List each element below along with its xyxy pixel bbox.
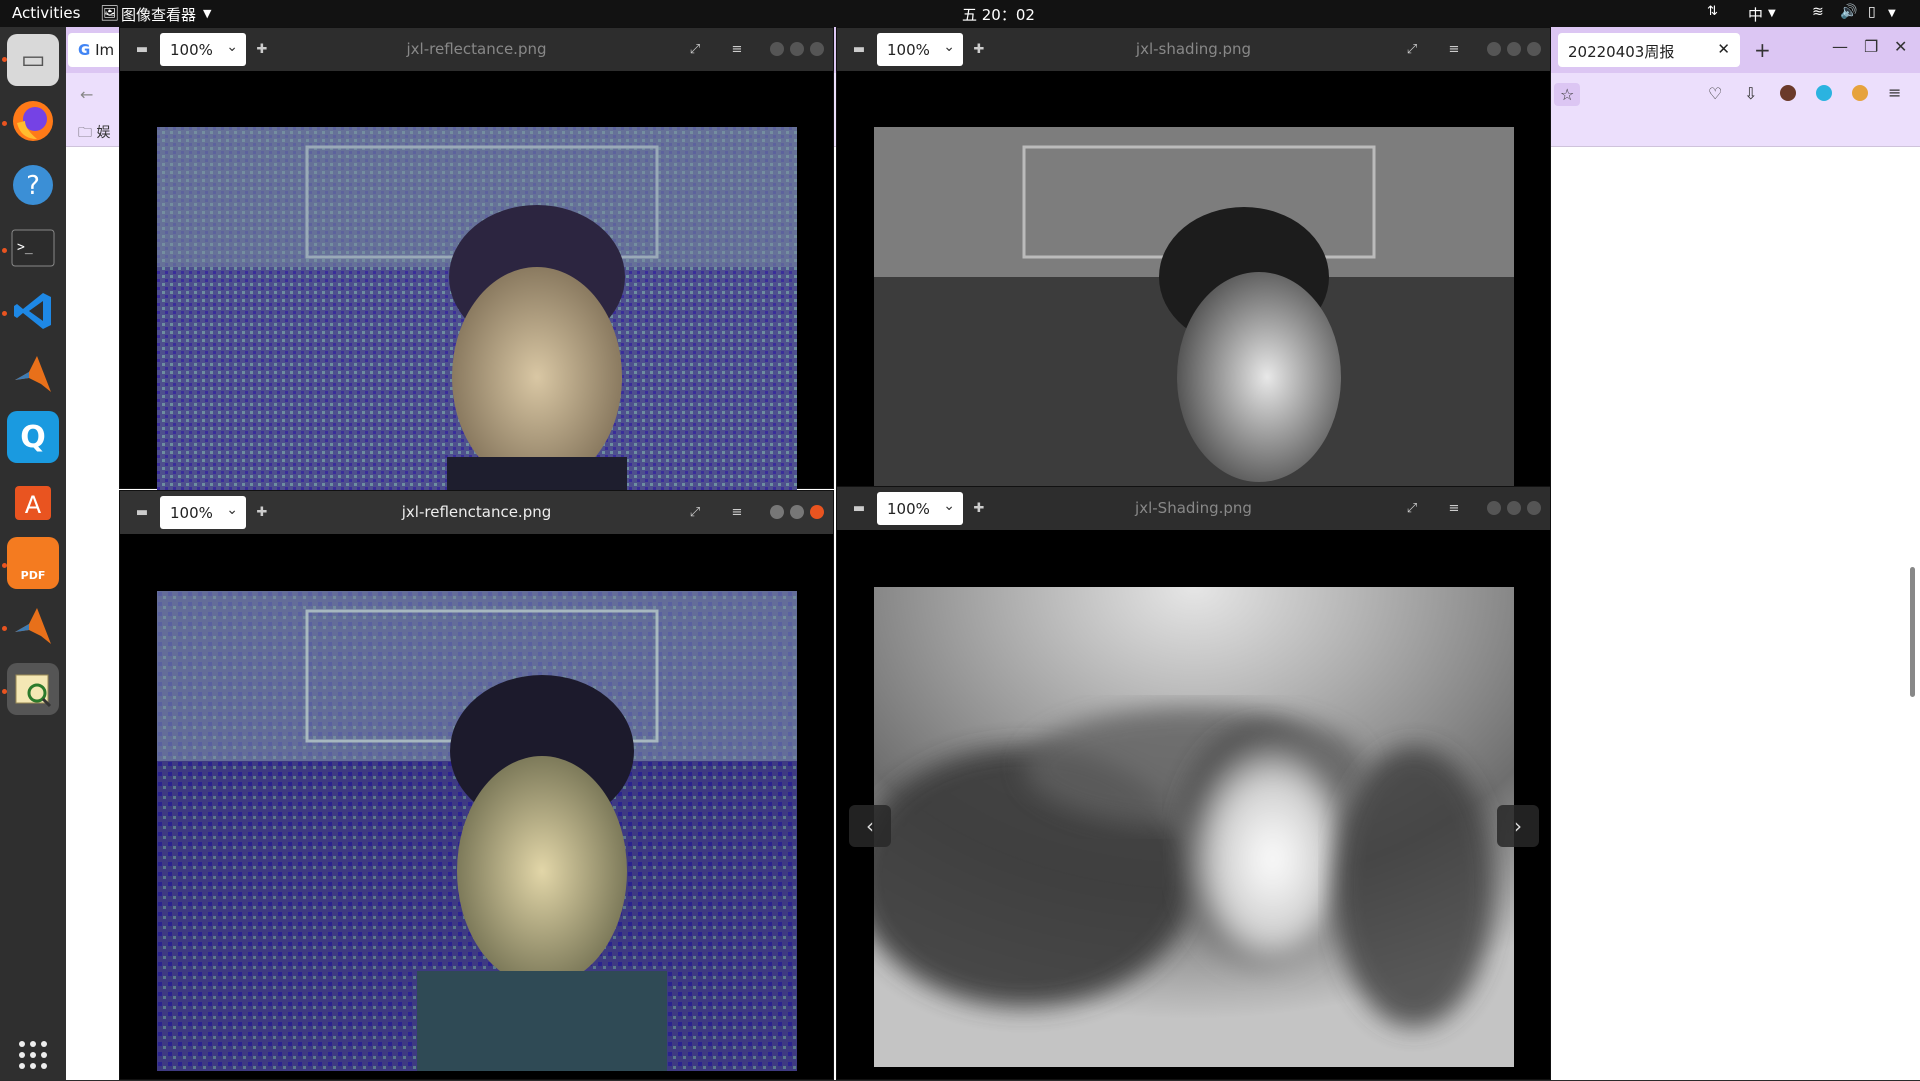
close-button[interactable] <box>1527 42 1541 56</box>
close-window-icon[interactable]: ✕ <box>1894 37 1907 56</box>
network-status-icon[interactable]: ⇅ <box>1707 4 1718 19</box>
close-button[interactable] <box>1527 501 1541 515</box>
minimize-button[interactable] <box>770 42 784 56</box>
clock[interactable]: 五 20：02 <box>962 4 1035 25</box>
fullscreen-icon[interactable]: ⤢ <box>685 39 705 59</box>
app-store-icon[interactable]: A <box>7 474 59 526</box>
back-icon[interactable]: ← <box>80 85 93 104</box>
matlab2-icon[interactable] <box>7 600 59 652</box>
menu-icon[interactable]: ≡ <box>1888 83 1901 102</box>
new-tab-icon[interactable]: + <box>1754 38 1771 62</box>
activities-button[interactable]: Activities <box>12 4 80 22</box>
extension-icon[interactable] <box>1816 85 1832 101</box>
window-header: ▬ 100% ⌄ ✚ jxl-Shading.png ⤢ ≡ <box>837 487 1550 530</box>
battery-icon[interactable]: ▯ <box>1868 4 1876 20</box>
menu-icon[interactable]: ≡ <box>727 502 747 522</box>
volume-icon[interactable]: 🔊 <box>1840 4 1857 20</box>
menu-icon[interactable]: ≡ <box>727 39 747 59</box>
minimize-button[interactable] <box>770 505 784 519</box>
menu-icon[interactable]: ≡ <box>1444 39 1464 59</box>
app-menu[interactable]: 图像查看器 <box>121 4 196 25</box>
terminal-icon[interactable]: >_ <box>7 222 59 274</box>
qq-icon[interactable]: Q <box>7 411 59 463</box>
maximize-button[interactable] <box>790 505 804 519</box>
minimize-button[interactable] <box>1487 42 1501 56</box>
show-apps-icon[interactable] <box>7 1029 59 1081</box>
window-header: ▬ 100% ⌄ ✚ jxl-shading.png ⤢ ≡ <box>837 28 1550 71</box>
bookmark-label: 娱 <box>96 125 111 141</box>
extension-icon[interactable] <box>1852 85 1868 101</box>
close-tab-icon[interactable]: ✕ <box>1717 40 1730 58</box>
image-icon: 🖼 <box>100 4 120 22</box>
window-header: ▬ 100% ⌄ ✚ jxl-reflenctance.png ⤢ ≡ <box>120 491 833 534</box>
image-shading <box>874 127 1514 487</box>
next-image-icon[interactable]: › <box>1497 805 1539 847</box>
tab-label: 20220403周报 <box>1568 43 1675 61</box>
download-icon[interactable]: ⇩ <box>1744 84 1757 103</box>
viewer-window-shading: ▬ 100% ⌄ ✚ jxl-shading.png ⤢ ≡ <box>836 27 1551 489</box>
matlab-icon[interactable] <box>7 348 59 400</box>
wifi-icon[interactable]: ≋ <box>1812 4 1824 20</box>
window-header: ▬ 100% ⌄ ✚ jxl-reflectance.png ⤢ ≡ <box>120 28 833 71</box>
image-reflectance <box>157 127 797 490</box>
maximize-button[interactable] <box>790 42 804 56</box>
viewer-window-reflectance: ▬ 100% ⌄ ✚ jxl-reflectance.png ⤢ ≡ <box>119 27 834 490</box>
minimize-icon[interactable]: — <box>1832 37 1848 56</box>
image-viewer-icon[interactable] <box>7 663 59 715</box>
pdf-icon[interactable]: PDF <box>7 537 59 589</box>
vscode-icon[interactable] <box>7 285 59 337</box>
image-shading-2 <box>874 587 1514 1067</box>
viewer-window-shading-2: ▬ 100% ⌄ ✚ jxl-Shading.png ⤢ ≡ ‹ › <box>836 486 1551 1080</box>
chevron-down-icon[interactable]: ▼ <box>203 7 211 20</box>
star-icon[interactable]: ☆ <box>1554 83 1581 106</box>
fullscreen-icon[interactable]: ⤢ <box>1402 498 1422 518</box>
svg-text:A: A <box>25 491 42 519</box>
maximize-button[interactable] <box>1507 501 1521 515</box>
dock: ▭ ? >_ Q A PDF <box>0 27 66 1080</box>
help-icon[interactable]: ? <box>7 159 59 211</box>
top-bar: Activities 🖼 图像查看器 ▼ 五 20：02 ⇅ 中 ▼ ≋ 🔊 ▯… <box>0 0 1920 27</box>
close-button[interactable] <box>810 505 824 519</box>
chevron-down-icon[interactable]: ▼ <box>1768 8 1776 19</box>
fullscreen-icon[interactable]: ⤢ <box>1402 39 1422 59</box>
files-icon[interactable]: ▭ <box>7 34 59 86</box>
minimize-button[interactable] <box>1487 501 1501 515</box>
input-method[interactable]: 中 <box>1748 4 1763 25</box>
maximize-button[interactable] <box>1507 42 1521 56</box>
google-icon: G <box>78 41 91 59</box>
chevron-down-icon[interactable]: ▼ <box>1888 8 1896 19</box>
close-button[interactable] <box>810 42 824 56</box>
menu-icon[interactable]: ≡ <box>1444 498 1464 518</box>
restore-icon[interactable]: ❐ <box>1864 37 1878 56</box>
firefox-icon[interactable] <box>7 95 59 147</box>
viewer-window-reflenctance: ▬ 100% ⌄ ✚ jxl-reflenctance.png ⤢ ≡ <box>119 490 834 1080</box>
image-reflenctance <box>157 591 797 1071</box>
svg-text:?: ? <box>26 171 40 201</box>
scrollbar[interactable] <box>1910 567 1915 697</box>
tab-label: Im <box>95 41 115 59</box>
svg-text:>_: >_ <box>17 240 33 255</box>
tab-active[interactable]: 20220403周报 ✕ <box>1558 33 1740 67</box>
pocket-icon[interactable]: ♡ <box>1708 84 1722 103</box>
previous-image-icon[interactable]: ‹ <box>849 805 891 847</box>
bookmark-folder[interactable]: 🗀 娱 <box>78 122 110 146</box>
fullscreen-icon[interactable]: ⤢ <box>685 502 705 522</box>
extension-icon[interactable] <box>1780 85 1796 101</box>
